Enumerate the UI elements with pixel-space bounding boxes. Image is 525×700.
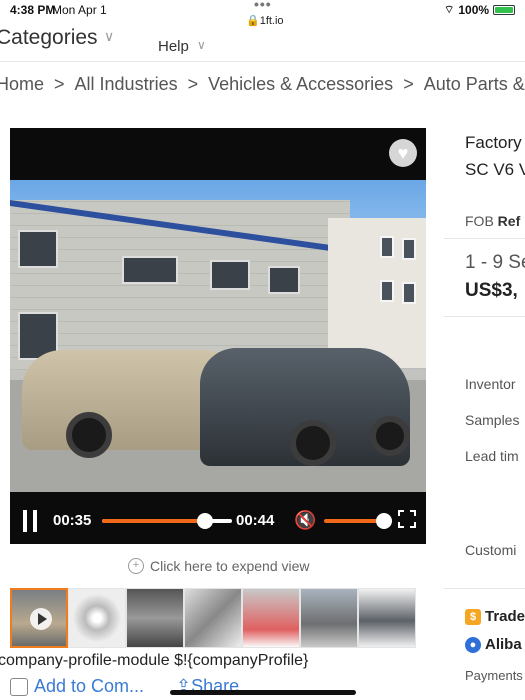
compare-checkbox[interactable]	[10, 677, 28, 696]
top-nav: Categories ∨ Help ∨	[0, 26, 525, 62]
trade-assurance-icon: $	[465, 608, 481, 625]
fob-ref: Ref	[497, 213, 521, 229]
alibaba-badge[interactable]: ● Aliba	[465, 636, 522, 653]
video-duration: 00:44	[236, 512, 275, 529]
customization-label: Customi	[465, 542, 517, 558]
quantity-range: 1 - 9 Se	[465, 252, 525, 273]
breadcrumb-vehicles[interactable]: Vehicles & Accessories	[208, 74, 393, 94]
inventory-label: Inventor	[465, 376, 516, 392]
factory-building	[10, 200, 350, 370]
breadcrumb-separator: >	[403, 74, 414, 94]
divider	[444, 588, 525, 589]
zoom-in-icon: +	[128, 558, 144, 574]
thumbnail-image[interactable]	[300, 588, 358, 648]
status-date: Mon Apr 1	[52, 3, 107, 17]
divider	[444, 238, 525, 239]
tab-dots-icon[interactable]: •••	[254, 0, 272, 12]
thumbnail-image[interactable]	[184, 588, 242, 648]
compare-action[interactable]: Add to Com...	[10, 676, 144, 697]
breadcrumb: Home > All Industries > Vehicles & Accessori…	[0, 74, 525, 95]
car-grey	[200, 348, 410, 466]
lead-time-label: Lead tim	[465, 448, 519, 464]
fullscreen-icon[interactable]	[398, 510, 416, 528]
wifi-icon: ⌔	[444, 4, 455, 16]
thumbnail-image[interactable]	[68, 588, 126, 648]
thumbnail-image[interactable]	[242, 588, 300, 648]
fob-label: FOB	[465, 213, 494, 229]
trade-assurance-text: Trade	[485, 608, 525, 625]
play-icon	[30, 608, 52, 630]
breadcrumb-auto-parts[interactable]: Auto Parts &	[424, 74, 525, 94]
favorite-heart-icon[interactable]: ♥	[389, 139, 417, 167]
status-time: 4:38 PM	[10, 3, 56, 17]
globe-icon: ●	[465, 636, 481, 653]
video-current-time: 00:35	[53, 512, 92, 529]
thumbnail-strip	[10, 588, 416, 648]
breadcrumb-separator: >	[187, 74, 199, 94]
product-video-player[interactable]: ♥ 00:35 00:44 🔇	[10, 128, 426, 544]
alibaba-text: Aliba	[485, 636, 522, 653]
product-title-line1: Factory	[465, 133, 522, 152]
product-title-line2: SC V6 V	[465, 160, 525, 179]
chevron-down-icon: ∨	[104, 28, 115, 44]
expand-view-text: Click here to expend view	[150, 558, 310, 574]
thumbnail-image[interactable]	[358, 588, 416, 648]
chevron-down-icon: ∨	[197, 38, 206, 52]
samples-label: Samples	[465, 412, 520, 428]
thumbnail-image[interactable]	[126, 588, 184, 648]
volume-handle[interactable]	[375, 513, 392, 529]
fob-price-label: FOB Ref	[465, 213, 520, 229]
breadcrumb-home[interactable]: Home	[0, 74, 44, 94]
compare-label: Add to Com...	[34, 676, 145, 696]
help-menu[interactable]: Help	[158, 38, 189, 55]
breadcrumb-separator: >	[54, 74, 65, 94]
home-indicator	[170, 690, 356, 695]
battery-percent: 100%	[458, 3, 490, 17]
progress-handle[interactable]	[197, 513, 214, 529]
video-frame	[10, 180, 426, 492]
volume-slider[interactable]	[324, 519, 380, 523]
thumbnail-video[interactable]	[10, 588, 68, 648]
categories-menu[interactable]: Categories	[0, 26, 98, 50]
mute-icon[interactable]: 🔇	[294, 510, 316, 531]
breadcrumb-all-industries[interactable]: All Industries	[75, 74, 178, 94]
company-profile-module: company-profile-module $!{companyProfile…	[0, 652, 309, 669]
video-controls: 00:35 00:44 🔇	[10, 498, 426, 544]
payments-label: Payments	[465, 668, 523, 683]
pause-icon[interactable]	[22, 510, 38, 532]
trade-assurance-badge[interactable]: $ Trade	[465, 608, 525, 625]
battery-icon	[493, 5, 516, 15]
divider	[444, 316, 525, 317]
price-value: US$3,	[465, 280, 518, 301]
office-building	[328, 218, 426, 368]
expand-view-link[interactable]: + Click here to expend view	[128, 558, 310, 574]
